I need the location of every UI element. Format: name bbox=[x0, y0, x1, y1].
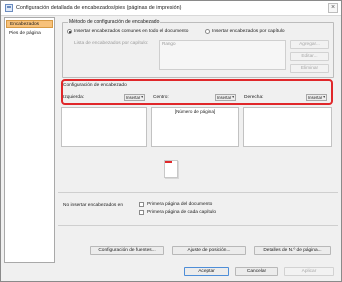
delete-button[interactable]: Eliminar bbox=[290, 64, 329, 73]
section-divider bbox=[58, 192, 338, 193]
accept-button[interactable]: Aceptar bbox=[184, 267, 229, 276]
insert-left-label: Insertar bbox=[126, 95, 141, 100]
chevron-down-icon: ▾ bbox=[141, 95, 143, 99]
insert-right-button[interactable]: Insertar ▾ bbox=[306, 94, 327, 101]
window-title: Configuración detallada de encabezados/p… bbox=[16, 5, 182, 11]
font-settings-button[interactable]: Configuración de fuentes... bbox=[90, 246, 164, 255]
left-header-textbox[interactable] bbox=[61, 107, 147, 147]
chapter-list-label: Lista de encabezados por capítulo: bbox=[74, 41, 149, 46]
radio-chapter-headers[interactable] bbox=[205, 29, 210, 34]
header-indicator bbox=[165, 161, 172, 163]
app-window-icon bbox=[5, 4, 13, 12]
method-group-title: Método de configuración de encabezado bbox=[68, 19, 161, 25]
insert-center-button[interactable]: Insertar ▾ bbox=[215, 94, 236, 101]
chevron-down-icon: ▾ bbox=[232, 95, 234, 99]
chapter-list-box[interactable]: Rango bbox=[159, 40, 286, 70]
range-column-header: Rango bbox=[162, 41, 176, 46]
center-header-content: [Número de página] bbox=[174, 109, 216, 114]
first-page-doc-label[interactable]: Primera página del documento bbox=[147, 202, 212, 207]
no-insert-label: No insertar encabezados en bbox=[63, 203, 123, 208]
buttons-divider bbox=[58, 225, 338, 226]
left-section-label: Izquierda: bbox=[63, 95, 85, 100]
main-panel: Método de configuración de encabezado In… bbox=[58, 17, 339, 263]
cancel-button[interactable]: Cancelar bbox=[235, 267, 278, 276]
page-number-details-button[interactable]: Detalles de N.º de página... bbox=[254, 246, 331, 255]
header-config-title: Configuración de encabezado bbox=[63, 83, 127, 88]
insert-left-button[interactable]: Insertar ▾ bbox=[124, 94, 145, 101]
add-button[interactable]: Agregar... bbox=[290, 40, 329, 49]
title-bar: Configuración detallada de encabezados/p… bbox=[1, 1, 341, 16]
right-section-label: Derecha: bbox=[244, 95, 264, 100]
edit-button[interactable]: Editar... bbox=[290, 52, 329, 61]
page-preview-icon bbox=[164, 160, 178, 178]
close-button[interactable]: × bbox=[328, 3, 338, 13]
insert-right-label: Insertar bbox=[308, 95, 323, 100]
sidebar-item-footers[interactable]: Pies de página bbox=[6, 30, 53, 38]
right-header-textbox[interactable] bbox=[243, 107, 332, 147]
radio-common-headers[interactable] bbox=[67, 29, 72, 34]
chevron-down-icon: ▾ bbox=[323, 95, 325, 99]
radio-common-headers-label[interactable]: Insertar encabezados comunes en todo el … bbox=[74, 29, 188, 34]
first-page-chapter-checkbox[interactable] bbox=[139, 210, 144, 215]
insert-center-label: Insertar bbox=[217, 95, 232, 100]
apply-button[interactable]: Aplicar bbox=[284, 267, 334, 276]
center-section-label: Centro: bbox=[153, 95, 169, 100]
first-page-doc-checkbox[interactable] bbox=[139, 202, 144, 207]
center-header-textbox[interactable]: [Número de página] bbox=[151, 107, 239, 147]
settings-sidebar: Encabezados Pies de página bbox=[4, 17, 55, 263]
position-settings-button[interactable]: Ajuste de posición... bbox=[172, 246, 246, 255]
dialog-window: Configuración detallada de encabezados/p… bbox=[0, 0, 342, 282]
radio-chapter-headers-label[interactable]: Insertar encabezados por capítulo bbox=[212, 29, 285, 34]
first-page-chapter-label[interactable]: Primera página de cada capítulo bbox=[147, 210, 216, 215]
sidebar-item-headers[interactable]: Encabezados bbox=[6, 20, 53, 28]
